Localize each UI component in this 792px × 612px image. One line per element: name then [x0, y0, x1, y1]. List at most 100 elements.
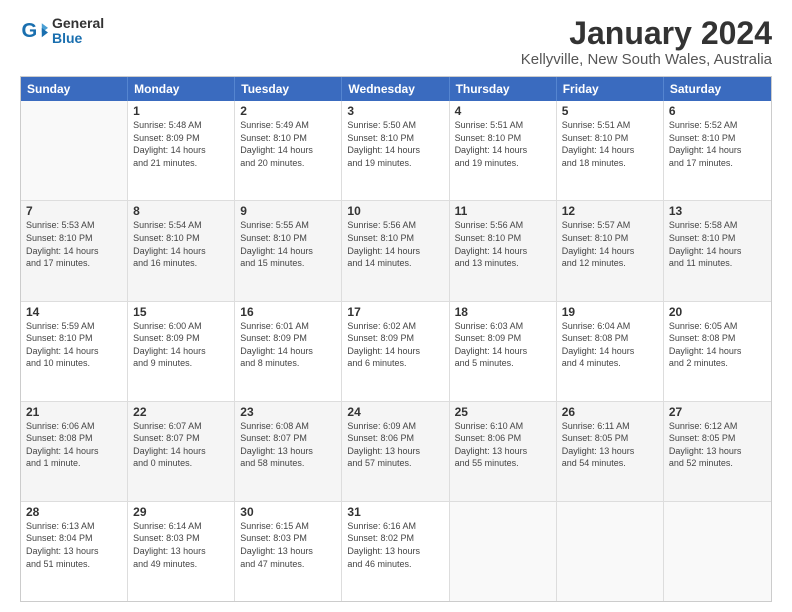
header-day-tuesday: Tuesday — [235, 77, 342, 101]
day-info: Sunrise: 5:59 AM Sunset: 8:10 PM Dayligh… — [26, 320, 122, 370]
day-info: Sunrise: 6:07 AM Sunset: 8:07 PM Dayligh… — [133, 420, 229, 470]
day-info: Sunrise: 6:14 AM Sunset: 8:03 PM Dayligh… — [133, 520, 229, 570]
day-info: Sunrise: 6:09 AM Sunset: 8:06 PM Dayligh… — [347, 420, 443, 470]
day-number: 22 — [133, 405, 229, 419]
calendar-week-row: 21Sunrise: 6:06 AM Sunset: 8:08 PM Dayli… — [21, 402, 771, 502]
day-cell-1: 1Sunrise: 5:48 AM Sunset: 8:09 PM Daylig… — [128, 101, 235, 200]
day-number: 25 — [455, 405, 551, 419]
day-number: 26 — [562, 405, 658, 419]
calendar-header-row: SundayMondayTuesdayWednesdayThursdayFrid… — [21, 77, 771, 101]
day-cell-26: 26Sunrise: 6:11 AM Sunset: 8:05 PM Dayli… — [557, 402, 664, 501]
logo-general: General — [52, 16, 104, 31]
day-cell-24: 24Sunrise: 6:09 AM Sunset: 8:06 PM Dayli… — [342, 402, 449, 501]
day-info: Sunrise: 5:50 AM Sunset: 8:10 PM Dayligh… — [347, 119, 443, 169]
day-info: Sunrise: 5:48 AM Sunset: 8:09 PM Dayligh… — [133, 119, 229, 169]
day-cell-15: 15Sunrise: 6:00 AM Sunset: 8:09 PM Dayli… — [128, 302, 235, 401]
day-number: 31 — [347, 505, 443, 519]
day-cell-12: 12Sunrise: 5:57 AM Sunset: 8:10 PM Dayli… — [557, 201, 664, 300]
day-number: 2 — [240, 104, 336, 118]
header-day-monday: Monday — [128, 77, 235, 101]
calendar-grid: SundayMondayTuesdayWednesdayThursdayFrid… — [20, 76, 772, 602]
day-info: Sunrise: 5:58 AM Sunset: 8:10 PM Dayligh… — [669, 219, 766, 269]
logo-icon: G — [20, 17, 48, 45]
day-info: Sunrise: 5:52 AM Sunset: 8:10 PM Dayligh… — [669, 119, 766, 169]
day-number: 19 — [562, 305, 658, 319]
day-number: 13 — [669, 204, 766, 218]
day-cell-14: 14Sunrise: 5:59 AM Sunset: 8:10 PM Dayli… — [21, 302, 128, 401]
header-day-wednesday: Wednesday — [342, 77, 449, 101]
calendar-week-row: 28Sunrise: 6:13 AM Sunset: 8:04 PM Dayli… — [21, 502, 771, 601]
day-info: Sunrise: 6:15 AM Sunset: 8:03 PM Dayligh… — [240, 520, 336, 570]
day-number: 5 — [562, 104, 658, 118]
calendar-body: 1Sunrise: 5:48 AM Sunset: 8:09 PM Daylig… — [21, 101, 771, 601]
logo: G General Blue — [20, 16, 104, 47]
day-number: 1 — [133, 104, 229, 118]
title-block: January 2024 Kellyville, New South Wales… — [521, 16, 772, 68]
day-info: Sunrise: 6:03 AM Sunset: 8:09 PM Dayligh… — [455, 320, 551, 370]
day-info: Sunrise: 6:16 AM Sunset: 8:02 PM Dayligh… — [347, 520, 443, 570]
day-number: 17 — [347, 305, 443, 319]
day-number: 12 — [562, 204, 658, 218]
day-number: 23 — [240, 405, 336, 419]
day-info: Sunrise: 6:06 AM Sunset: 8:08 PM Dayligh… — [26, 420, 122, 470]
day-number: 21 — [26, 405, 122, 419]
day-info: Sunrise: 6:10 AM Sunset: 8:06 PM Dayligh… — [455, 420, 551, 470]
calendar-week-row: 14Sunrise: 5:59 AM Sunset: 8:10 PM Dayli… — [21, 302, 771, 402]
day-cell-6: 6Sunrise: 5:52 AM Sunset: 8:10 PM Daylig… — [664, 101, 771, 200]
day-number: 28 — [26, 505, 122, 519]
day-cell-27: 27Sunrise: 6:12 AM Sunset: 8:05 PM Dayli… — [664, 402, 771, 501]
calendar-week-row: 1Sunrise: 5:48 AM Sunset: 8:09 PM Daylig… — [21, 101, 771, 201]
day-info: Sunrise: 5:54 AM Sunset: 8:10 PM Dayligh… — [133, 219, 229, 269]
day-number: 6 — [669, 104, 766, 118]
day-number: 3 — [347, 104, 443, 118]
day-cell-19: 19Sunrise: 6:04 AM Sunset: 8:08 PM Dayli… — [557, 302, 664, 401]
svg-text:G: G — [22, 21, 38, 43]
day-cell-29: 29Sunrise: 6:14 AM Sunset: 8:03 PM Dayli… — [128, 502, 235, 601]
day-number: 24 — [347, 405, 443, 419]
day-info: Sunrise: 6:08 AM Sunset: 8:07 PM Dayligh… — [240, 420, 336, 470]
month-year-title: January 2024 — [521, 16, 772, 51]
empty-cell — [21, 101, 128, 200]
day-cell-17: 17Sunrise: 6:02 AM Sunset: 8:09 PM Dayli… — [342, 302, 449, 401]
day-number: 16 — [240, 305, 336, 319]
empty-cell — [664, 502, 771, 601]
day-info: Sunrise: 6:01 AM Sunset: 8:09 PM Dayligh… — [240, 320, 336, 370]
day-number: 4 — [455, 104, 551, 118]
day-number: 18 — [455, 305, 551, 319]
day-number: 20 — [669, 305, 766, 319]
day-number: 9 — [240, 204, 336, 218]
day-number: 7 — [26, 204, 122, 218]
day-cell-8: 8Sunrise: 5:54 AM Sunset: 8:10 PM Daylig… — [128, 201, 235, 300]
day-info: Sunrise: 6:02 AM Sunset: 8:09 PM Dayligh… — [347, 320, 443, 370]
day-cell-9: 9Sunrise: 5:55 AM Sunset: 8:10 PM Daylig… — [235, 201, 342, 300]
day-cell-10: 10Sunrise: 5:56 AM Sunset: 8:10 PM Dayli… — [342, 201, 449, 300]
day-cell-5: 5Sunrise: 5:51 AM Sunset: 8:10 PM Daylig… — [557, 101, 664, 200]
day-cell-4: 4Sunrise: 5:51 AM Sunset: 8:10 PM Daylig… — [450, 101, 557, 200]
day-info: Sunrise: 6:00 AM Sunset: 8:09 PM Dayligh… — [133, 320, 229, 370]
day-cell-13: 13Sunrise: 5:58 AM Sunset: 8:10 PM Dayli… — [664, 201, 771, 300]
empty-cell — [450, 502, 557, 601]
header-day-friday: Friday — [557, 77, 664, 101]
location-subtitle: Kellyville, New South Wales, Australia — [521, 51, 772, 68]
day-cell-30: 30Sunrise: 6:15 AM Sunset: 8:03 PM Dayli… — [235, 502, 342, 601]
day-cell-16: 16Sunrise: 6:01 AM Sunset: 8:09 PM Dayli… — [235, 302, 342, 401]
day-info: Sunrise: 6:13 AM Sunset: 8:04 PM Dayligh… — [26, 520, 122, 570]
logo-blue: Blue — [52, 31, 104, 46]
day-info: Sunrise: 5:55 AM Sunset: 8:10 PM Dayligh… — [240, 219, 336, 269]
day-cell-11: 11Sunrise: 5:56 AM Sunset: 8:10 PM Dayli… — [450, 201, 557, 300]
day-number: 27 — [669, 405, 766, 419]
calendar-week-row: 7Sunrise: 5:53 AM Sunset: 8:10 PM Daylig… — [21, 201, 771, 301]
day-cell-22: 22Sunrise: 6:07 AM Sunset: 8:07 PM Dayli… — [128, 402, 235, 501]
day-number: 8 — [133, 204, 229, 218]
header-day-saturday: Saturday — [664, 77, 771, 101]
day-info: Sunrise: 6:11 AM Sunset: 8:05 PM Dayligh… — [562, 420, 658, 470]
day-number: 15 — [133, 305, 229, 319]
day-info: Sunrise: 6:04 AM Sunset: 8:08 PM Dayligh… — [562, 320, 658, 370]
day-info: Sunrise: 5:51 AM Sunset: 8:10 PM Dayligh… — [455, 119, 551, 169]
day-number: 30 — [240, 505, 336, 519]
day-number: 14 — [26, 305, 122, 319]
day-cell-2: 2Sunrise: 5:49 AM Sunset: 8:10 PM Daylig… — [235, 101, 342, 200]
day-number: 10 — [347, 204, 443, 218]
day-info: Sunrise: 5:49 AM Sunset: 8:10 PM Dayligh… — [240, 119, 336, 169]
day-cell-7: 7Sunrise: 5:53 AM Sunset: 8:10 PM Daylig… — [21, 201, 128, 300]
